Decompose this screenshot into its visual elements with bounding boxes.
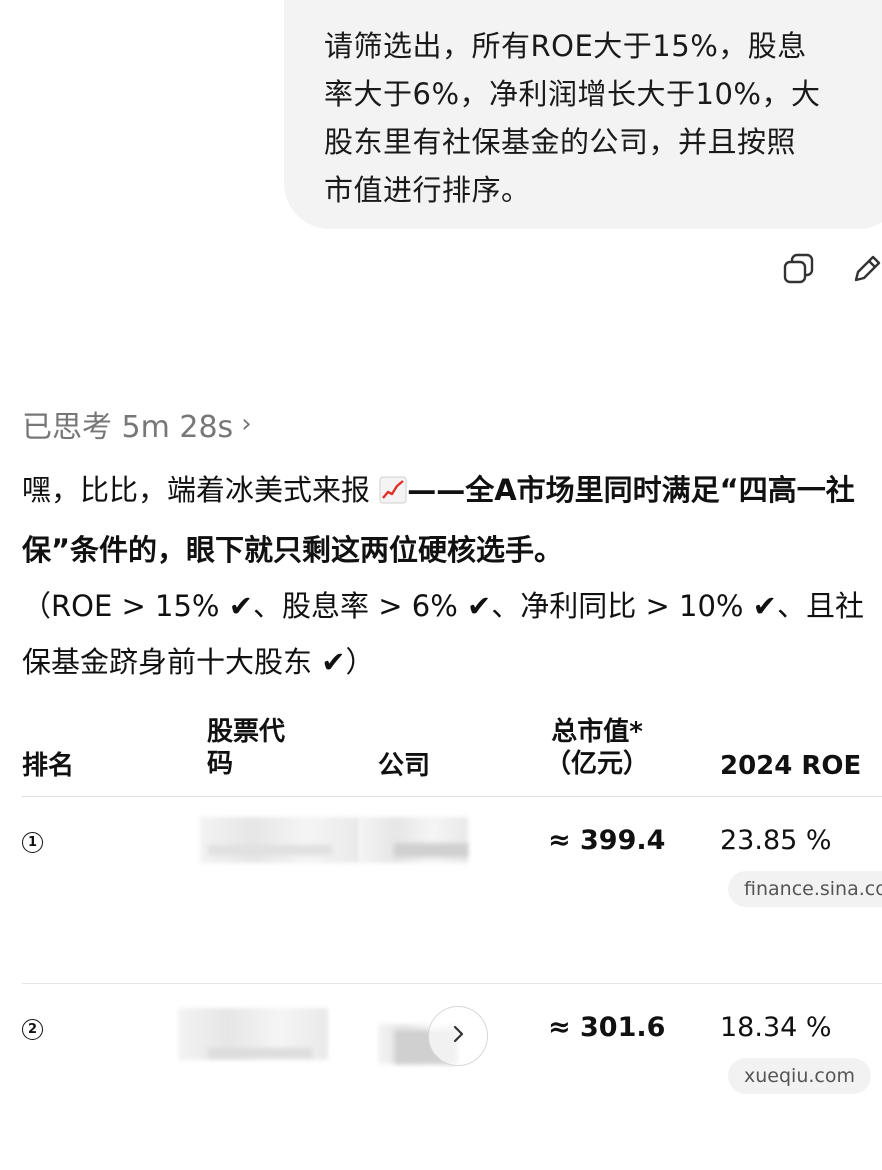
header-code: 股票代 码: [207, 717, 286, 779]
user-message-bubble: 请筛选出，所有ROE大于15%，股息 率大于6%，净利润增长大于10%，大 股东…: [284, 0, 882, 229]
copy-icon: [782, 252, 816, 290]
pencil-icon: [850, 252, 882, 290]
redacted-code-mark: [208, 845, 332, 855]
results-table: 排名 股票代 码 公司 总市值* （亿元） 2024 ROE 1 ≈ 399.4…: [22, 712, 882, 1170]
answer-criteria: （ROE > 15% ✔、股息率 > 6% ✔、净利同比 > 10% ✔、且社保…: [22, 589, 864, 679]
redacted-stock-code: [200, 817, 360, 863]
market-cap-value: ≈ 399.4: [548, 825, 666, 856]
redacted-code-mark: [208, 1048, 312, 1058]
rank-badge: 2: [22, 1019, 43, 1040]
answer-intro: 嘿，比比，端着冰美式来报 ——全A市场里同时满足“四高一社保”条件的，眼下就只剩…: [22, 462, 882, 578]
table-row: 1 ≈ 399.4 23.85 % finance.sina.co...: [22, 797, 882, 984]
header-rank: 排名: [22, 751, 75, 781]
redacted-company-mark: [394, 843, 468, 857]
table-row: 2 ≈ 301.6 18.34 % xueqiu.com: [22, 984, 882, 1170]
thought-toggle[interactable]: 已思考 5m 28s ›: [22, 402, 252, 446]
message-actions: [780, 252, 882, 290]
header-company: 公司: [378, 751, 431, 781]
thought-label: 已思考 5m 28s: [22, 410, 234, 445]
header-market-cap: 总市值* （亿元）: [544, 717, 649, 779]
roe-value: 18.34 %: [720, 1012, 832, 1043]
chevron-right-icon: [448, 1024, 468, 1048]
table-header: 排名 股票代 码 公司 总市值* （亿元） 2024 ROE: [22, 712, 882, 797]
roe-value: 23.85 %: [720, 825, 832, 856]
scroll-right-button[interactable]: [428, 1006, 488, 1066]
edit-button[interactable]: [848, 252, 882, 290]
source-chip[interactable]: finance.sina.co...: [728, 871, 882, 907]
market-cap-value: ≈ 301.6: [548, 1012, 666, 1043]
answer-intro-text: 嘿，比比，端着冰美式来报: [22, 473, 380, 507]
rank-badge: 1: [22, 832, 43, 853]
chart-increasing-emoji: [379, 466, 407, 522]
chevron-right-icon: ›: [241, 409, 252, 439]
source-chip[interactable]: xueqiu.com: [728, 1058, 871, 1094]
header-roe: 2024 ROE: [720, 751, 862, 781]
copy-button[interactable]: [780, 252, 818, 290]
assistant-answer: 嘿，比比，端着冰美式来报 ——全A市场里同时满足“四高一社保”条件的，眼下就只剩…: [22, 462, 882, 690]
